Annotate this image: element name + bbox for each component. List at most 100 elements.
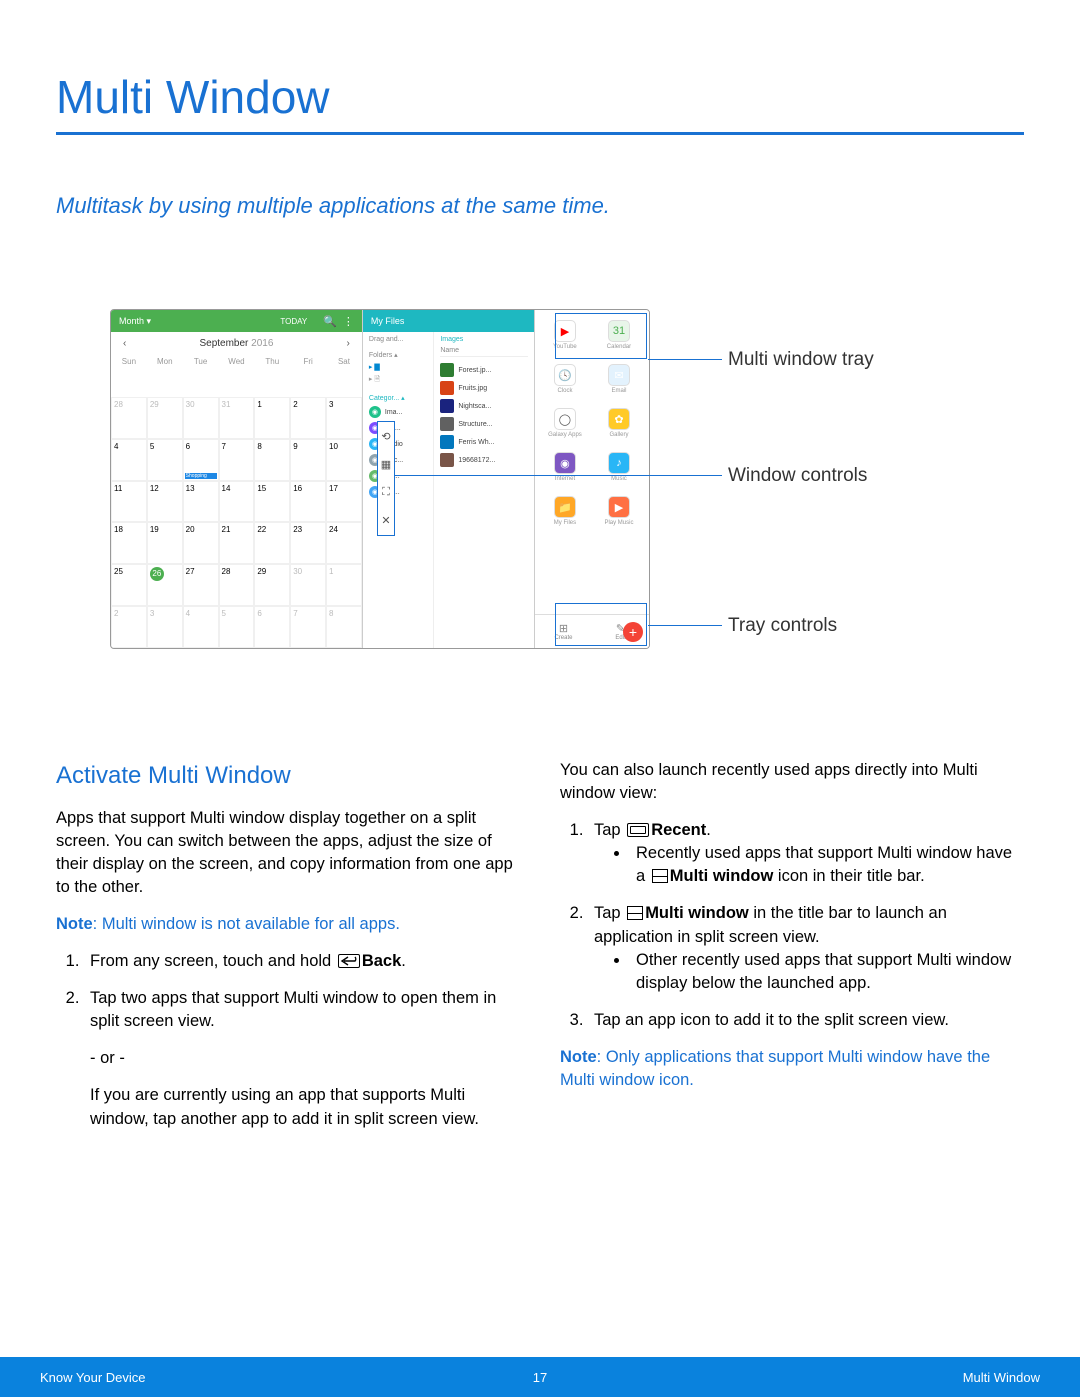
calendar-cell[interactable]: 24: [326, 522, 362, 564]
calendar-day-header: Mon: [147, 355, 183, 397]
calendar-cell[interactable]: 22: [254, 522, 290, 564]
calendar-month: September: [199, 338, 248, 349]
calendar-cell[interactable]: 30: [183, 397, 219, 439]
calendar-day-header: Thu: [254, 355, 290, 397]
page-title: Multi Window: [56, 70, 1024, 124]
footer-right: Multi Window: [547, 1370, 1040, 1385]
calendar-day-header: Sun: [111, 355, 147, 397]
calendar-cell[interactable]: 21: [219, 522, 255, 564]
category-item[interactable]: ◉Ima...: [369, 406, 427, 418]
prev-month-icon[interactable]: ‹: [123, 338, 126, 349]
callout-line: [648, 625, 722, 626]
folder-item[interactable]: ▸ 🗎: [369, 375, 427, 386]
tray-app[interactable]: ◉Internet: [539, 446, 591, 488]
file-item[interactable]: Nightsca...: [440, 399, 528, 413]
tray-create-button[interactable]: ⊞ Create: [535, 615, 592, 648]
calendar-year: 2016: [251, 338, 273, 349]
calendar-cell[interactable]: 29: [147, 397, 183, 439]
tray-app[interactable]: ✉Email: [593, 358, 645, 400]
footer-left: Know Your Device: [40, 1370, 533, 1385]
paragraph: You can also launch recently used apps d…: [560, 759, 1024, 805]
file-item[interactable]: 19668172...: [440, 453, 528, 467]
next-month-icon[interactable]: ›: [347, 338, 350, 349]
calendar-view-dropdown[interactable]: Month ▾: [119, 316, 151, 327]
calendar-cell[interactable]: 1: [326, 564, 362, 606]
calendar-cell[interactable]: 8: [326, 606, 362, 648]
calendar-cell[interactable]: 14: [219, 481, 255, 523]
page-number: 17: [533, 1370, 547, 1385]
tray-app[interactable]: ✿Gallery: [593, 402, 645, 444]
calendar-cell[interactable]: 8: [254, 439, 290, 481]
calendar-cell[interactable]: 16: [290, 481, 326, 523]
file-item[interactable]: Fruits.jpg: [440, 381, 528, 395]
list-item: From any screen, touch and hold Back.: [84, 950, 520, 973]
note: Note: Only applications that support Mul…: [560, 1046, 1024, 1092]
files-drag-hint: Drag and...: [369, 336, 427, 343]
tray-app[interactable]: 📁My Files: [539, 490, 591, 532]
calendar-cell[interactable]: 28: [111, 397, 147, 439]
tray-app[interactable]: 31Calendar: [593, 314, 645, 356]
calendar-cell[interactable]: 15: [254, 481, 290, 523]
folder-item[interactable]: ▸ ▇: [369, 363, 427, 371]
calendar-cell[interactable]: 7: [219, 439, 255, 481]
callout-controls: Window controls: [728, 465, 867, 487]
calendar-cell[interactable]: 7: [290, 606, 326, 648]
calendar-cell[interactable]: 20: [183, 522, 219, 564]
more-icon[interactable]: ⋮: [343, 315, 354, 328]
swap-windows-icon[interactable]: ⟲: [381, 430, 390, 443]
multi-window-icon: [652, 869, 668, 883]
calendar-cell[interactable]: 3: [326, 397, 362, 439]
file-item[interactable]: Forest.jp...: [440, 363, 528, 377]
calendar-cell[interactable]: 5: [147, 439, 183, 481]
calendar-cell[interactable]: 12: [147, 481, 183, 523]
multi-window-icon: [627, 906, 643, 920]
calendar-cell[interactable]: 18: [111, 522, 147, 564]
calendar-cell[interactable]: 4: [183, 606, 219, 648]
calendar-cell[interactable]: 30: [290, 564, 326, 606]
title-rule: [56, 132, 1024, 135]
callout-tray: Multi window tray: [728, 349, 874, 371]
file-item[interactable]: Structure...: [440, 417, 528, 431]
categories-header[interactable]: Categor... ▴: [369, 394, 427, 402]
multi-window-tray: ▶YouTube31Calendar🕓Clock✉Email◯Galaxy Ap…: [534, 310, 649, 648]
tray-app[interactable]: 🕓Clock: [539, 358, 591, 400]
list-item: Recently used apps that support Multi wi…: [630, 842, 1024, 888]
tray-app[interactable]: ▶YouTube: [539, 314, 591, 356]
calendar-cell[interactable]: 5: [219, 606, 255, 648]
calendar-cell[interactable]: 2: [111, 606, 147, 648]
tray-app[interactable]: ♪Music: [593, 446, 645, 488]
tray-app[interactable]: ◯Galaxy Apps: [539, 402, 591, 444]
search-icon[interactable]: 🔍: [323, 315, 337, 328]
calendar-cell[interactable]: 4: [111, 439, 147, 481]
add-event-fab[interactable]: +: [623, 622, 643, 642]
calendar-cell[interactable]: 10: [326, 439, 362, 481]
paragraph: Apps that support Multi window display t…: [56, 807, 520, 899]
calendar-cell[interactable]: 1: [254, 397, 290, 439]
calendar-cell[interactable]: 27: [183, 564, 219, 606]
maximize-icon[interactable]: ⛶: [382, 486, 390, 499]
calendar-cell[interactable]: 13: [183, 481, 219, 523]
calendar-cell[interactable]: 26: [147, 564, 183, 606]
calendar-cell[interactable]: 2: [290, 397, 326, 439]
calendar-today-button[interactable]: TODAY: [280, 317, 307, 326]
calendar-cell[interactable]: 6Shopping: [183, 439, 219, 481]
calendar-cell[interactable]: 19: [147, 522, 183, 564]
calendar-cell[interactable]: 6: [254, 606, 290, 648]
calendar-cell[interactable]: 28: [219, 564, 255, 606]
drag-content-icon[interactable]: ▦: [381, 458, 391, 471]
calendar-cell[interactable]: 25: [111, 564, 147, 606]
page-footer: Know Your Device 17 Multi Window: [0, 1357, 1080, 1397]
calendar-cell[interactable]: 23: [290, 522, 326, 564]
calendar-cell[interactable]: 9: [290, 439, 326, 481]
file-item[interactable]: Ferris Wh...: [440, 435, 528, 449]
tray-app[interactable]: ▶Play Music: [593, 490, 645, 532]
calendar-cell[interactable]: 29: [254, 564, 290, 606]
calendar-cell[interactable]: 17: [326, 481, 362, 523]
folders-header[interactable]: Folders ▴: [369, 351, 427, 359]
calendar-cell[interactable]: 11: [111, 481, 147, 523]
calendar-cell[interactable]: 3: [147, 606, 183, 648]
calendar-cell[interactable]: 31: [219, 397, 255, 439]
close-window-icon[interactable]: ✕: [381, 514, 390, 527]
page-subtitle: Multitask by using multiple applications…: [56, 193, 1024, 219]
callout-line: [395, 475, 722, 476]
